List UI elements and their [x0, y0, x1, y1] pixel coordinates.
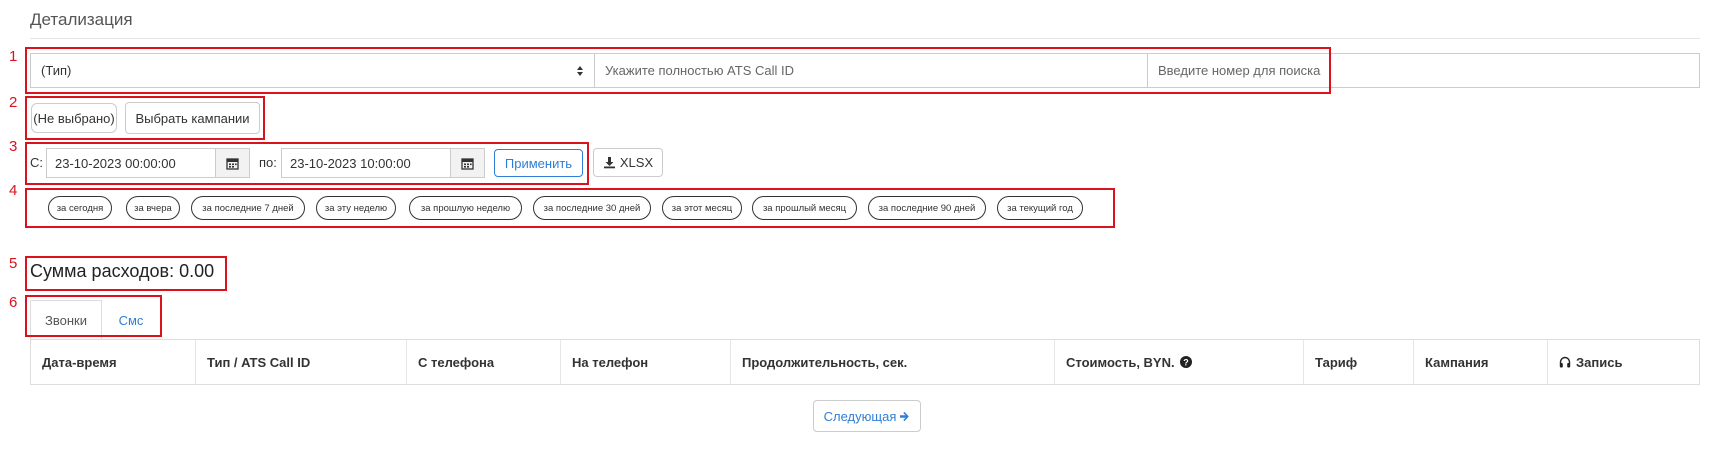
annotation-marker-3: 3 — [9, 138, 18, 155]
column-recording-label: Запись — [1576, 354, 1623, 370]
export-xlsx-label: XLSX — [619, 155, 654, 170]
title-divider — [30, 38, 1700, 39]
annotation-marker-2: 2 — [9, 94, 18, 111]
annotation-box-4 — [25, 188, 1115, 228]
page-title: Детализация — [30, 10, 133, 29]
annotation-box-5 — [25, 256, 227, 291]
svg-text:?: ? — [1183, 357, 1189, 367]
next-page-label: Следующая — [823, 408, 897, 424]
column-tariff[interactable]: Тариф — [1304, 340, 1414, 384]
column-from-phone[interactable]: С телефона — [407, 340, 561, 384]
question-circle-icon[interactable]: ? — [1179, 356, 1192, 368]
column-campaign[interactable]: Кампания — [1414, 340, 1548, 384]
headphones-icon — [1559, 356, 1571, 368]
next-page-button[interactable]: Следующая — [813, 400, 921, 432]
export-xlsx-button[interactable]: XLSX — [593, 148, 663, 177]
column-type-call-id[interactable]: Тип / ATS Call ID — [196, 340, 407, 384]
column-duration[interactable]: Продолжительность, сек. — [731, 340, 1055, 384]
column-cost-label: Стоимость, BYN. — [1066, 354, 1175, 370]
annotation-box-1 — [25, 47, 1331, 94]
annotation-marker-5: 5 — [9, 255, 18, 272]
annotation-box-2 — [25, 96, 265, 140]
column-datetime[interactable]: Дата-время — [31, 340, 196, 384]
column-recording[interactable]: Запись — [1548, 340, 1699, 384]
annotation-marker-1: 1 — [9, 48, 18, 65]
column-to-phone[interactable]: На телефон — [561, 340, 731, 384]
annotation-marker-6: 6 — [9, 294, 18, 311]
details-table-header: Дата-время Тип / ATS Call ID С телефона … — [30, 339, 1700, 385]
annotation-marker-4: 4 — [9, 182, 18, 199]
download-icon — [603, 156, 616, 169]
arrow-right-icon — [899, 411, 910, 422]
column-cost[interactable]: Стоимость, BYN. ? — [1055, 340, 1304, 384]
annotation-box-3 — [25, 142, 589, 185]
annotation-box-6 — [25, 295, 162, 337]
